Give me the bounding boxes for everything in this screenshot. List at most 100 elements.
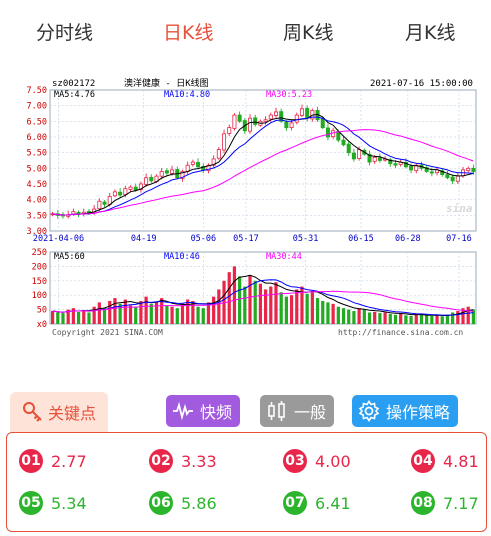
tab-monthly-k[interactable]: 月K线 xyxy=(405,18,455,45)
candle-body xyxy=(346,143,351,154)
volume-bar xyxy=(414,313,418,324)
candle-body xyxy=(196,162,201,168)
key-point-07: 07 6.41 xyxy=(283,491,351,515)
key-point-05: 05 5.34 xyxy=(19,491,87,515)
volume-bar xyxy=(310,292,314,324)
volume-bar xyxy=(362,309,366,324)
volume-bar xyxy=(404,315,408,324)
tab-weekly-k[interactable]: 周K线 xyxy=(283,18,333,45)
x-tick-label: 05-17 xyxy=(233,234,259,244)
volume-bar xyxy=(435,315,439,324)
volume-bar xyxy=(347,309,351,324)
candle-body xyxy=(445,174,450,179)
key-point-08: 08 7.17 xyxy=(411,491,479,515)
volume-tick-label: 150 xyxy=(32,277,47,287)
volume-bar xyxy=(144,296,148,324)
volume-bar xyxy=(128,305,133,324)
candle-body xyxy=(118,191,123,196)
volume-bar xyxy=(451,312,455,324)
volume-bar xyxy=(445,314,450,324)
keypoints-label: 关键点 xyxy=(47,404,96,423)
volume-bar xyxy=(50,311,55,324)
key-point-value: 4.81 xyxy=(443,451,479,471)
candle-body xyxy=(372,156,377,162)
volume-bar xyxy=(123,299,127,324)
volume-bar xyxy=(373,311,377,324)
candle-body xyxy=(144,177,149,185)
volume-bar xyxy=(357,308,361,324)
candle-body xyxy=(97,200,102,210)
candle-body xyxy=(325,127,330,138)
normal-label: 一般 xyxy=(294,403,327,422)
k-line-chart-svg: sz002172 澳洋健康 - 日K线图 2021-07-16 15:00:00… xyxy=(0,72,491,348)
candle-body xyxy=(76,211,81,215)
volume-bar xyxy=(466,306,470,324)
volume-bar xyxy=(305,293,309,324)
key-point-value: 4.00 xyxy=(315,451,351,471)
volume-bar xyxy=(149,303,153,324)
candle-body xyxy=(107,196,112,205)
normal-frequency-button[interactable]: 一般 xyxy=(260,395,335,427)
volume-tick-label: 100 xyxy=(32,291,47,301)
strategy-button[interactable]: 操作策略 xyxy=(352,395,459,427)
x-tick-label: 05-06 xyxy=(191,234,217,244)
volume-bar xyxy=(139,300,143,324)
candle-body xyxy=(159,171,164,177)
volume-bar xyxy=(102,308,107,324)
candle-body xyxy=(128,186,133,190)
candle-body xyxy=(253,117,258,125)
key-points-panel: 01 2.77 02 3.33 03 4.00 04 4.81 05 5.34 … xyxy=(6,432,487,532)
tab-intraday[interactable]: 分时线 xyxy=(36,18,93,45)
volume-bar xyxy=(425,315,429,324)
strategy-label: 操作策略 xyxy=(386,403,451,422)
tab-daily-k[interactable]: 日K线 xyxy=(163,18,213,45)
volume-bar xyxy=(456,311,460,324)
keypoints-tab[interactable]: 关键点 xyxy=(10,392,108,432)
volume-tick-label: 200 xyxy=(32,262,47,272)
candle-body xyxy=(429,171,434,174)
candle-body xyxy=(305,108,310,119)
volume-bar xyxy=(326,302,330,324)
volume-bar xyxy=(248,275,252,324)
candle-body xyxy=(149,176,154,182)
volume-bar xyxy=(212,296,216,324)
candle-body xyxy=(112,191,117,197)
key-icon xyxy=(22,402,42,422)
k-line-chart: sz002172 澳洋健康 - 日K线图 2021-07-16 15:00:00… xyxy=(0,72,491,348)
vol-ma10-label: MA10:46 xyxy=(164,252,200,262)
key-point-badge: 05 xyxy=(19,491,43,515)
stock-code: sz002172 xyxy=(52,79,95,89)
price-tick-label: 6.00 xyxy=(27,133,47,143)
chart-title: 澳洋健康 - 日K线图 xyxy=(124,77,209,89)
candle-icon xyxy=(268,401,285,421)
volume-bar xyxy=(232,266,237,324)
volume-bar xyxy=(186,299,190,324)
volume-bar xyxy=(253,280,257,324)
candle-body xyxy=(237,114,242,122)
volume-bar xyxy=(76,311,81,324)
volume-bar xyxy=(336,306,340,324)
volume-bar xyxy=(367,312,372,324)
key-point-02: 02 3.33 xyxy=(149,449,217,473)
candle-body xyxy=(248,117,253,132)
fast-frequency-button[interactable]: 快频 xyxy=(166,395,241,427)
volume-bar xyxy=(56,312,60,324)
volume-tick-label: 50 xyxy=(37,306,47,316)
volume-tick-label: 250 xyxy=(32,248,47,258)
volume-bar xyxy=(378,313,382,324)
price-tick-label: 3.50 xyxy=(27,211,47,221)
volume-bar xyxy=(383,312,387,324)
ma5-label: MA5:4.76 xyxy=(54,90,95,100)
candle-body xyxy=(341,139,346,146)
volume-bar xyxy=(258,283,263,324)
candle-body xyxy=(294,114,299,123)
candle-body xyxy=(284,121,289,129)
volume-bar xyxy=(295,289,299,324)
price-tick-label: 6.50 xyxy=(27,117,47,127)
candle-body xyxy=(466,167,471,172)
candle-body xyxy=(102,201,107,205)
key-point-value: 2.77 xyxy=(51,451,87,471)
volume-bar xyxy=(201,308,205,324)
vol-ma30-label: MA30:44 xyxy=(266,252,302,262)
ma30-label: MA30:5.23 xyxy=(266,90,312,100)
